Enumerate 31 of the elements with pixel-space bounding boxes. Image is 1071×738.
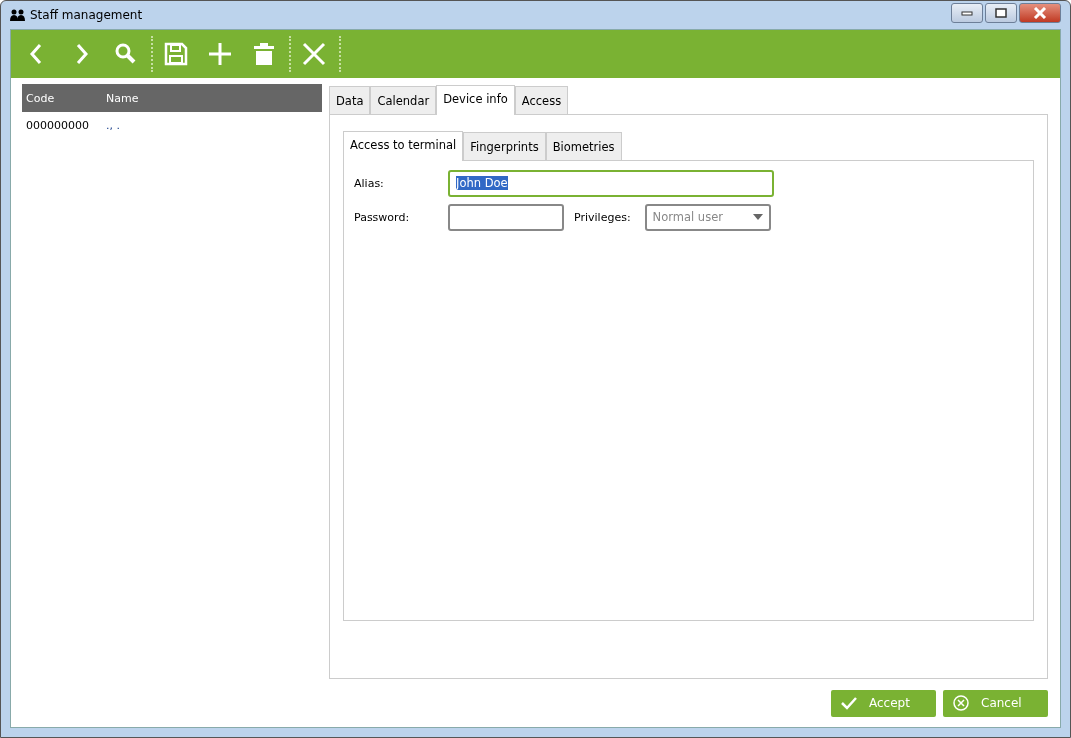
- window-title: Staff management: [30, 8, 143, 22]
- dropdown-arrow-icon: [752, 214, 763, 220]
- minimize-button[interactable]: [951, 3, 983, 23]
- field-label: Password:: [354, 210, 411, 224]
- column-header: Name: [106, 91, 139, 105]
- tab[interactable]: Biometries: [545, 132, 622, 160]
- field-label: Privileges:: [573, 210, 632, 224]
- maximize-button[interactable]: [985, 3, 1017, 23]
- table-cell-text: 000000000: [25, 118, 90, 132]
- alias-field[interactable]: John Doe: [448, 169, 774, 197]
- tab[interactable]: Device info: [436, 85, 515, 115]
- cancel-icon: [953, 695, 969, 711]
- column-header: Code: [25, 91, 56, 105]
- privileges-dropdown[interactable]: Normal user: [644, 203, 771, 231]
- password-field[interactable]: [448, 203, 564, 231]
- tab[interactable]: Fingerprints: [463, 132, 546, 160]
- tab[interactable]: Calendar: [370, 86, 437, 114]
- maximize-icon: [995, 8, 1007, 18]
- trash-icon[interactable]: [251, 41, 277, 67]
- tab[interactable]: Access to terminal: [343, 131, 464, 161]
- checkmark-icon: [841, 696, 857, 710]
- close-icon: [1033, 7, 1047, 19]
- minimize-icon: [961, 10, 973, 16]
- plus-icon[interactable]: [207, 41, 233, 67]
- tab[interactable]: Data: [329, 86, 371, 114]
- close-icon[interactable]: [301, 41, 327, 67]
- people-icon: [10, 9, 26, 21]
- field-label: Alias:: [354, 176, 385, 190]
- tab[interactable]: Access: [514, 86, 569, 114]
- close-button[interactable]: [1019, 3, 1061, 23]
- table-cell: ., .: [106, 118, 120, 132]
